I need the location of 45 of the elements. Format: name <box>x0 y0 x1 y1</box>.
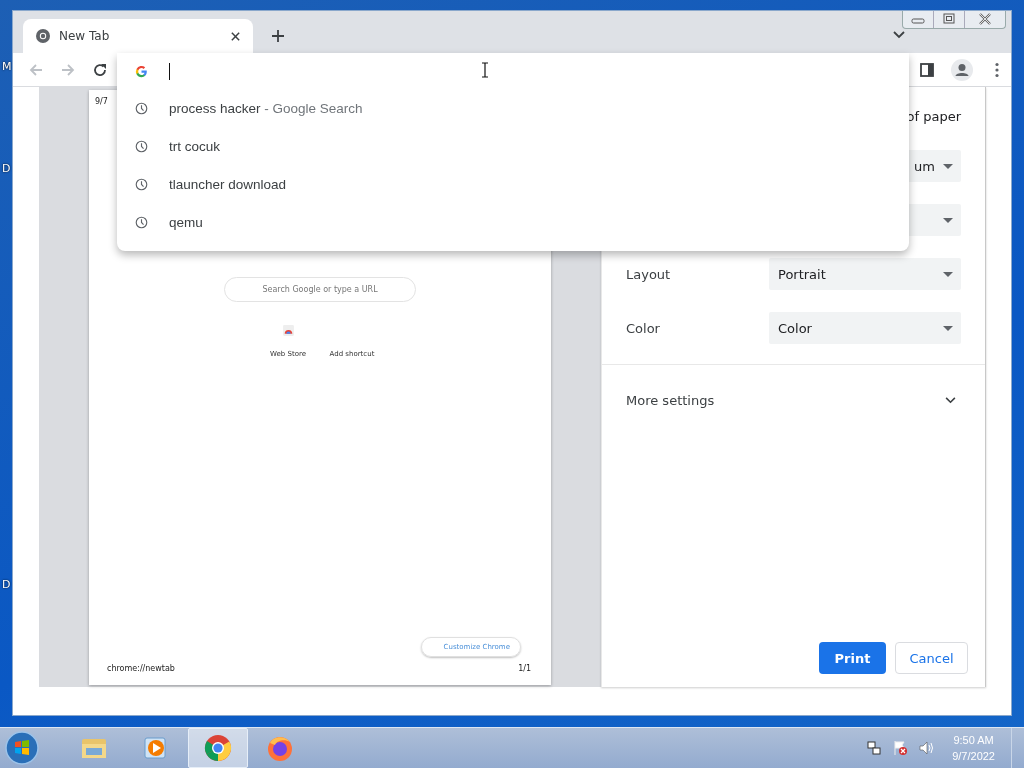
footer-url: chrome://newtab <box>107 664 175 673</box>
desktop-icon-label: D <box>2 162 11 175</box>
select-dropdown[interactable]: Portrait <box>769 258 961 290</box>
close-icon[interactable] <box>230 30 241 42</box>
reload-icon[interactable] <box>92 61 108 78</box>
suggestion-item[interactable]: trt cocuk <box>117 127 909 165</box>
dropdown-arrow-icon <box>943 163 953 169</box>
start-button[interactable] <box>4 730 40 766</box>
speaker-icon[interactable] <box>918 740 935 756</box>
suggestion-item[interactable]: qemu <box>117 203 909 241</box>
history-icon <box>135 215 148 229</box>
web-store-icon <box>281 324 295 337</box>
desktop-icon-label: D <box>2 578 11 591</box>
text-cursor-icon <box>481 62 489 78</box>
cancel-button[interactable]: Cancel <box>895 642 968 674</box>
menu-icon[interactable] <box>995 61 999 78</box>
browser-tab[interactable]: New Tab <box>23 19 253 53</box>
new-tab-icon[interactable] <box>271 29 285 43</box>
chevron-icon <box>945 397 956 404</box>
google-icon <box>135 64 148 78</box>
dropdown-arrow-icon <box>943 217 953 223</box>
network-icon[interactable] <box>866 740 883 756</box>
page-number: 1/1 <box>518 664 531 673</box>
suggestion-item[interactable]: tlauncher download <box>117 165 909 203</box>
dropdown-arrow-icon <box>943 271 953 277</box>
side-panel-icon[interactable] <box>919 61 935 78</box>
desktop-icon-label: M <box>2 60 12 73</box>
select-dropdown[interactable]: Color <box>769 312 961 344</box>
history-icon <box>135 101 148 115</box>
tab-search-icon[interactable] <box>893 31 905 39</box>
taskbar-button[interactable] <box>188 728 248 768</box>
chrome-icon <box>35 28 51 44</box>
history-icon <box>135 139 148 153</box>
setting-label: Color <box>626 320 660 336</box>
tab-title: New Tab <box>59 29 111 43</box>
profile-icon[interactable] <box>951 58 973 81</box>
flag-icon[interactable] <box>892 740 909 756</box>
suggestion-item[interactable]: process hacker - Google Search <box>117 89 909 127</box>
chrome-icon <box>203 733 233 763</box>
more-settings-toggle[interactable]: More settings <box>626 393 961 408</box>
setting-label: Layout <box>626 266 671 282</box>
print-button[interactable]: Print <box>819 642 886 674</box>
header-date: 9/7 <box>95 97 108 106</box>
history-icon <box>135 177 148 191</box>
dropdown-arrow-icon <box>943 325 953 331</box>
